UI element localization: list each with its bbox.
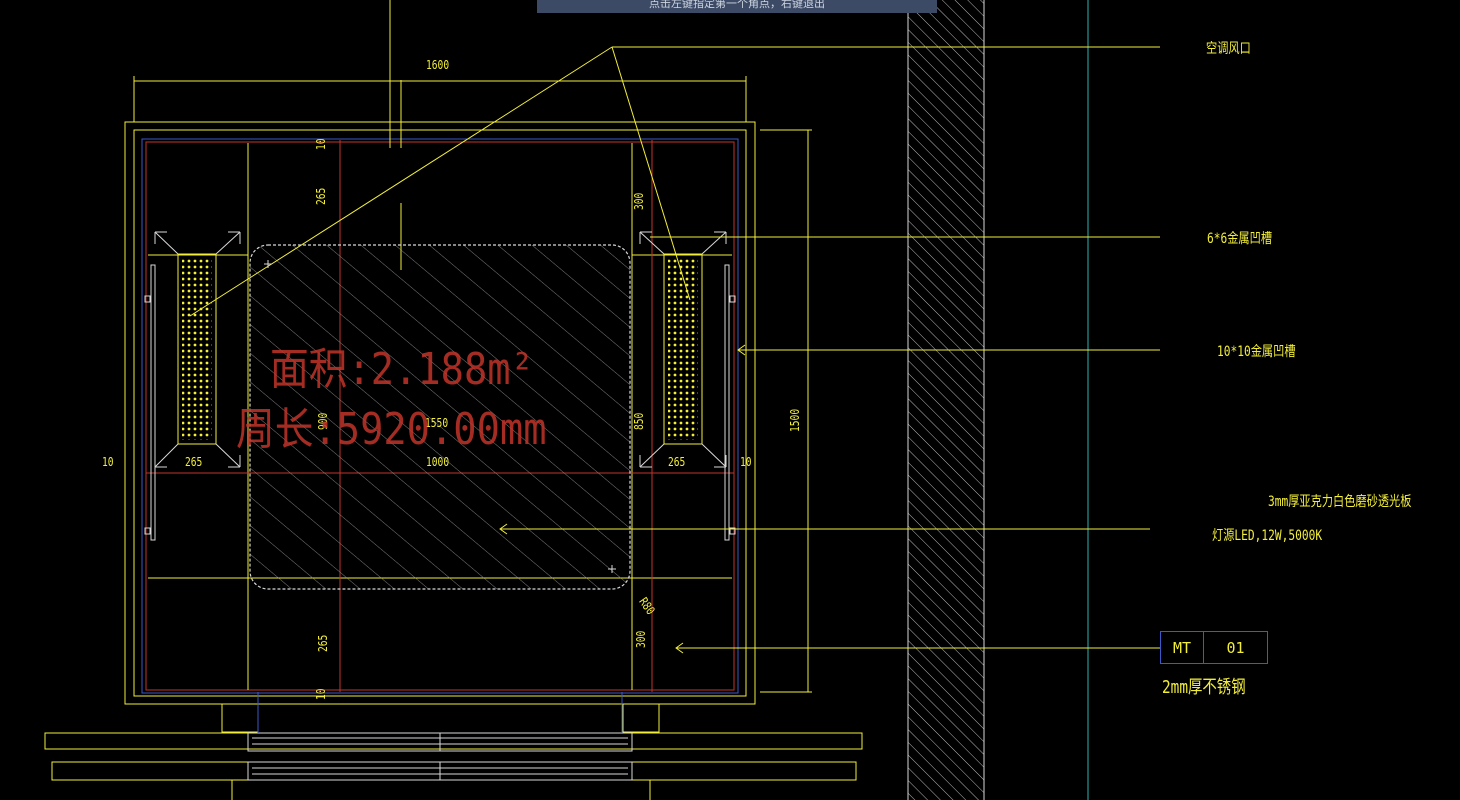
dim-bottom-gap: 10	[314, 688, 328, 700]
dim-left-edge: 10	[102, 455, 114, 469]
door-threshold	[44, 692, 863, 800]
material-tag[interactable]: MT 01	[1160, 631, 1268, 664]
air-vent-right[interactable]	[663, 253, 703, 445]
callout-acrylic-panel: 3mm厚亚克力白色磨砂透光板	[1268, 494, 1412, 510]
dim-top-gap: 10	[314, 138, 328, 150]
callout-air-vent: 空调风口	[1206, 41, 1251, 57]
material-number: 01	[1226, 638, 1245, 657]
air-vent-left[interactable]	[177, 253, 217, 445]
dim-265-bottom: 265	[316, 634, 330, 652]
dim-265-top: 265	[314, 187, 328, 205]
callout-6x6-groove: 6*6金属凹槽	[1207, 231, 1273, 247]
dim-300-bottom: 300	[634, 630, 648, 648]
material-code: MT	[1161, 632, 1204, 663]
dim-top-width: 1600	[426, 58, 450, 72]
dim-300-top: 300	[632, 192, 646, 210]
dim-height: 1500	[788, 408, 802, 432]
dim-center-width: 1000	[426, 455, 450, 469]
perimeter-readout: 周长:5920.00mm	[236, 404, 547, 455]
dim-right-edge: 10	[740, 455, 752, 469]
dim-right-cell: 265	[668, 455, 686, 469]
callout-stainless-steel: 2mm厚不锈钢	[1162, 677, 1246, 698]
command-tooltip: 点击左键指定第一个角点，右键退出	[537, 0, 937, 13]
dim-850: 850	[632, 412, 646, 430]
dim-left-cell: 265	[185, 455, 203, 469]
callout-10x10-groove: 10*10金属凹槽	[1217, 344, 1296, 360]
wall-section	[907, 0, 985, 800]
callout-led-source: 灯源LED,12W,5000K	[1212, 528, 1323, 544]
area-readout: 面积:2.188m²	[270, 344, 534, 395]
